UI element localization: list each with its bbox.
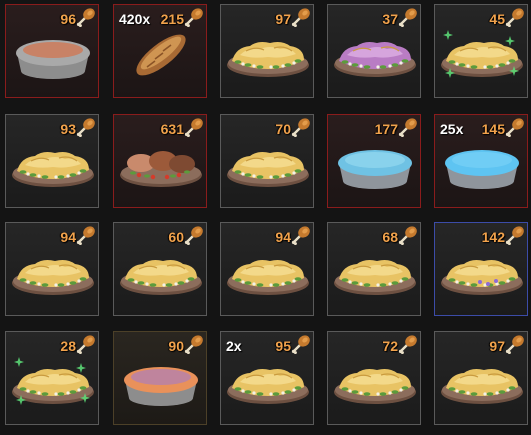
drumstick-icon <box>398 7 418 28</box>
inventory-slot[interactable]: 37 <box>327 4 421 98</box>
inventory-slot[interactable]: 631 <box>113 114 207 208</box>
food-value: 94 <box>275 229 291 245</box>
yellow-salad-icon <box>440 354 524 408</box>
yellow-salad-icon <box>119 245 203 299</box>
food-value: 96 <box>60 11 76 27</box>
yellow-salad-icon <box>226 137 310 191</box>
inventory-slot[interactable]: 90 <box>113 331 207 425</box>
orange-pie-icon <box>119 354 203 408</box>
meat-platter-icon <box>119 137 203 191</box>
drumstick-icon <box>398 334 418 355</box>
inventory-slot[interactable]: 96 <box>5 4 99 98</box>
food-value: 93 <box>60 121 76 137</box>
food-value: 70 <box>275 121 291 137</box>
grey-pie-icon <box>11 27 95 81</box>
inventory-slot[interactable]: 177 <box>327 114 421 208</box>
drumstick-icon <box>291 225 311 246</box>
drumstick-icon <box>76 334 96 355</box>
inventory-slot[interactable]: 25x 145 <box>434 114 528 208</box>
drumstick-icon <box>184 7 204 28</box>
yellow-salad-icon <box>333 354 417 408</box>
drumstick-icon <box>505 7 525 28</box>
food-value: 177 <box>374 121 398 137</box>
food-value: 72 <box>382 338 398 354</box>
food-value: 68 <box>382 229 398 245</box>
food-value: 28 <box>60 338 76 354</box>
drumstick-icon <box>291 117 311 138</box>
yellow-salad-icon <box>333 245 417 299</box>
drumstick-icon <box>76 117 96 138</box>
inventory-slot[interactable]: 70 <box>220 114 314 208</box>
inventory-slot[interactable]: 60 <box>113 222 207 316</box>
food-value: 215 <box>160 11 184 27</box>
food-value: 145 <box>481 121 505 137</box>
blue-pie-plain-icon <box>440 137 524 191</box>
drumstick-icon <box>505 225 525 246</box>
drumstick-icon <box>291 7 311 28</box>
stack-count: 2x <box>226 338 242 354</box>
yellow-salad-icon <box>226 27 310 81</box>
drumstick-icon <box>184 117 204 138</box>
inventory-slot[interactable]: 68 <box>327 222 421 316</box>
drumstick-icon <box>76 7 96 28</box>
inventory-grid: 96 420x 215 97 37 45 93 631 70 177 25x 145 94 60 94 68 1… <box>0 0 531 435</box>
food-value: 37 <box>382 11 398 27</box>
inventory-slot[interactable]: 45 <box>434 4 528 98</box>
stack-count: 420x <box>119 11 151 27</box>
food-value: 97 <box>275 11 291 27</box>
bread-loaf-icon <box>119 27 203 81</box>
inventory-slot[interactable]: 94 <box>5 222 99 316</box>
drumstick-icon <box>76 225 96 246</box>
drumstick-icon <box>398 225 418 246</box>
drumstick-icon <box>291 334 311 355</box>
drumstick-icon <box>398 117 418 138</box>
purple-salad-icon <box>333 27 417 81</box>
food-value: 95 <box>275 338 291 354</box>
yellow-salad-sparkle-icon <box>440 27 524 81</box>
inventory-slot[interactable]: 72 <box>327 331 421 425</box>
food-value: 97 <box>489 338 505 354</box>
food-value: 60 <box>168 229 184 245</box>
yellow-salad-icon <box>11 137 95 191</box>
food-value: 631 <box>160 121 184 137</box>
food-value: 142 <box>481 229 505 245</box>
food-value: 90 <box>168 338 184 354</box>
stack-count: 25x <box>440 121 464 137</box>
inventory-slot[interactable]: 97 <box>220 4 314 98</box>
yellow-salad-icon <box>226 245 310 299</box>
blue-pie-icon <box>333 137 417 191</box>
inventory-slot[interactable]: 97 <box>434 331 528 425</box>
drumstick-icon <box>184 334 204 355</box>
yellow-salad-sparkle-icon <box>11 354 95 408</box>
food-value: 94 <box>60 229 76 245</box>
inventory-slot[interactable]: 420x 215 <box>113 4 207 98</box>
inventory-slot[interactable]: 93 <box>5 114 99 208</box>
yellow-salad-purple-icon <box>440 245 524 299</box>
inventory-slot[interactable]: 142 <box>434 222 528 316</box>
inventory-slot[interactable]: 2x 95 <box>220 331 314 425</box>
inventory-slot[interactable]: 28 <box>5 331 99 425</box>
food-value: 45 <box>489 11 505 27</box>
drumstick-icon <box>184 225 204 246</box>
yellow-salad-icon <box>11 245 95 299</box>
drumstick-icon <box>505 334 525 355</box>
drumstick-icon <box>505 117 525 138</box>
inventory-slot[interactable]: 94 <box>220 222 314 316</box>
yellow-salad-icon <box>226 354 310 408</box>
